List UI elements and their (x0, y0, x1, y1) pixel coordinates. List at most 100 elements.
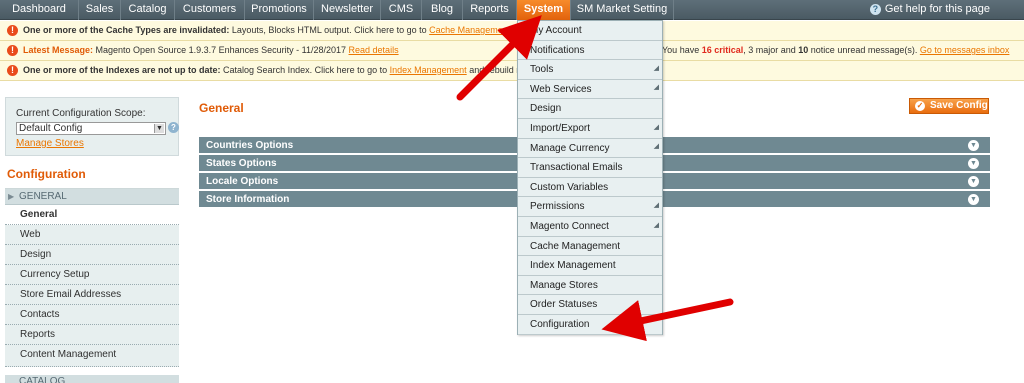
unread-summary: You have 16 critical, 3 major and 10 not… (662, 45, 1010, 55)
sidebar-item-general[interactable]: General (5, 205, 179, 225)
menu-item-label: Transactional Emails (530, 162, 623, 174)
sidebar-item-content-management[interactable]: Content Management (5, 345, 179, 367)
menu-item-label: Manage Stores (530, 279, 598, 291)
check-icon: ✓ (915, 101, 925, 111)
nav-newsletter[interactable]: Newsletter (314, 0, 381, 20)
help-link[interactable]: ? Get help for this page (869, 0, 990, 20)
sidebar-item-web[interactable]: Web (5, 225, 179, 245)
sidebar-item-currency-setup[interactable]: Currency Setup (5, 265, 179, 285)
scope-selected-value: Default Config (19, 123, 83, 134)
menu-item-label: Magento Connect (530, 221, 609, 232)
chevron-down-icon: ▼ (968, 158, 979, 169)
nav-system[interactable]: System (517, 0, 571, 20)
save-config-label: Save Config (930, 100, 988, 111)
nav-customers[interactable]: Customers (175, 0, 245, 20)
submenu-indicator-icon: ◢ (653, 221, 659, 229)
nav-sm-market-setting[interactable]: SM Market Setting (571, 0, 674, 20)
help-icon: ? (869, 4, 881, 15)
sidebar-item-store-email-addresses[interactable]: Store Email Addresses (5, 285, 179, 305)
section-label: Locale Options (206, 176, 279, 187)
message-text: Layouts, Blocks HTML output. Click here … (229, 25, 430, 35)
menu-item-manage-currency[interactable]: Manage Currency ◢ (518, 138, 662, 159)
sidebar-group-catalog[interactable]: CATALOG (5, 375, 179, 383)
cache-management-link[interactable]: Cache Management (429, 25, 510, 35)
submenu-indicator-icon: ◢ (653, 201, 659, 209)
submenu-indicator-icon: ◢ (653, 143, 659, 151)
message-cache: ! One or more of the Cache Types are inv… (0, 21, 1024, 41)
error-icon: ! (7, 45, 18, 56)
menu-item-label: Notifications (530, 44, 585, 56)
menu-item-label: Index Management (530, 260, 616, 272)
sidebar-title: Configuration (5, 163, 179, 189)
message-text: Magento Open Source 1.9.3.7 Enhances Sec… (93, 45, 349, 55)
menu-item-my-account[interactable]: My Account (518, 21, 662, 41)
menu-item-import-export[interactable]: Import/Export ◢ (518, 119, 662, 139)
manage-stores-link[interactable]: Manage Stores (16, 138, 84, 149)
menu-item-custom-variables[interactable]: Custom Variables (518, 177, 662, 198)
error-icon: ! (7, 25, 18, 36)
sidebar-group-general[interactable]: ▶ GENERAL (5, 189, 179, 205)
menu-item-label: Tools (530, 64, 554, 76)
menu-item-label: Web Services (530, 83, 592, 95)
critical-count: 16 critical (701, 45, 744, 55)
menu-item-web-services[interactable]: Web Services ◢ (518, 79, 662, 100)
save-config-button[interactable]: ✓ Save Config (909, 98, 989, 114)
menu-item-tools[interactable]: Tools ◢ (518, 60, 662, 80)
submenu-indicator-icon: ◢ (653, 84, 659, 92)
menu-item-label: Configuration (530, 319, 590, 330)
nav-cms[interactable]: CMS (381, 0, 422, 20)
sidebar-group-label: GENERAL (19, 191, 67, 202)
menu-item-label: Import/Export (530, 123, 591, 134)
menu-item-configuration[interactable]: Configuration (518, 315, 662, 335)
menu-item-magento-connect[interactable]: Magento Connect ◢ (518, 217, 662, 237)
index-management-link[interactable]: Index Management (390, 65, 467, 75)
help-label: Get help for this page (884, 3, 990, 15)
page-title: General (199, 101, 244, 115)
menu-item-permissions[interactable]: Permissions ◢ (518, 197, 662, 217)
nav-sales[interactable]: Sales (79, 0, 121, 20)
menu-item-design[interactable]: Design (518, 99, 662, 119)
nav-reports[interactable]: Reports (463, 0, 517, 20)
system-dropdown-menu: My Account Notifications Tools ◢ Web Service… (517, 20, 663, 335)
message-title: One or more of the Indexes are not up to… (23, 65, 221, 75)
sidebar-item-design[interactable]: Design (5, 245, 179, 265)
menu-item-notifications[interactable]: Notifications (518, 40, 662, 61)
scope-label: Current Configuration Scope: (16, 108, 146, 119)
menu-item-index-management[interactable]: Index Management (518, 256, 662, 276)
chevron-down-icon: ▼ (968, 176, 979, 187)
section-label: Store Information (206, 194, 290, 205)
message-latest: ! Latest Message: Magento Open Source 1.… (0, 41, 1024, 61)
chevron-down-icon: ▼ (968, 194, 979, 205)
menu-item-label: Cache Management (530, 240, 621, 252)
sidebar-item-reports[interactable]: Reports (5, 325, 179, 345)
nav-promotions[interactable]: Promotions (245, 0, 314, 20)
error-icon: ! (7, 65, 18, 76)
scope-switcher: Current Configuration Scope: Default Con… (5, 97, 179, 156)
messages-inbox-link[interactable]: Go to messages inbox (920, 45, 1010, 55)
nav-blog[interactable]: Blog (422, 0, 463, 20)
top-navigation: Dashboard Sales Catalog Customers Promot… (0, 0, 1024, 20)
menu-item-label: Design (530, 103, 562, 115)
submenu-indicator-icon: ◢ (653, 64, 659, 72)
menu-item-order-statuses[interactable]: Order Statuses (518, 295, 662, 315)
menu-item-label: Order Statuses (530, 299, 598, 311)
menu-item-label: Permissions (530, 201, 585, 213)
menu-item-transactional-emails[interactable]: Transactional Emails (518, 158, 662, 178)
menu-item-cache-management[interactable]: Cache Management (518, 236, 662, 257)
read-details-link[interactable]: Read details (349, 45, 399, 55)
message-title: One or more of the Cache Types are inval… (23, 25, 230, 35)
notice-count: 10 (798, 45, 809, 55)
nav-catalog[interactable]: Catalog (121, 0, 175, 20)
help-icon[interactable]: ? (168, 122, 179, 133)
caret-right-icon: ▶ (8, 192, 15, 201)
submenu-indicator-icon: ◢ (653, 123, 659, 131)
scope-select[interactable]: Default Config ▼ (16, 122, 166, 135)
menu-item-label: Manage Currency (530, 142, 610, 154)
nav-dashboard[interactable]: Dashboard (0, 0, 79, 20)
menu-item-label: My Account (530, 25, 582, 36)
menu-item-manage-stores[interactable]: Manage Stores (518, 275, 662, 296)
chevron-down-icon: ▼ (154, 124, 164, 133)
sidebar-item-contacts[interactable]: Contacts (5, 305, 179, 325)
section-label: States Options (206, 158, 277, 169)
chevron-down-icon: ▼ (968, 140, 979, 151)
